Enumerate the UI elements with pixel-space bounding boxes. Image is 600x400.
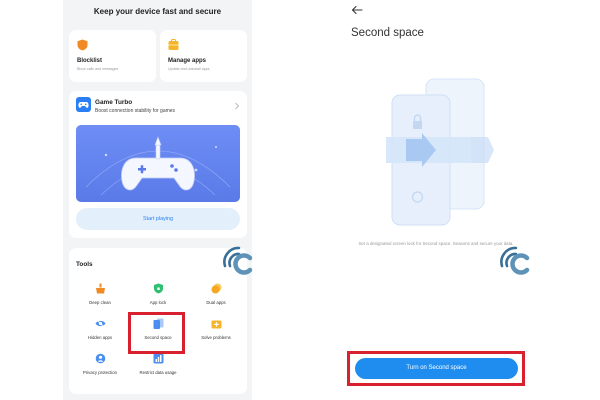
toolbox-icon xyxy=(211,320,221,329)
tool-label: Privacy protection xyxy=(82,370,118,375)
lock-shield-icon xyxy=(153,283,163,294)
start-playing-button[interactable]: Start playing xyxy=(76,208,240,230)
watermark-logo xyxy=(223,246,253,275)
second-space-illustration xyxy=(386,78,494,226)
tool-app-lock[interactable]: App lock xyxy=(130,283,186,311)
tool-label: Dual apps xyxy=(206,300,226,305)
chevron-right-icon[interactable] xyxy=(233,102,241,110)
eye-slash-icon xyxy=(95,319,105,328)
privacy-icon xyxy=(95,353,105,364)
page-heading: Keep your device fast and secure xyxy=(93,7,222,16)
game-turbo-logo xyxy=(76,97,91,112)
tool-label: Solve problems xyxy=(201,335,231,340)
manage-apps-subtitle: Update and uninstall apps xyxy=(168,67,210,71)
turn-on-button-highlight xyxy=(347,351,525,386)
tool-privacy-protection[interactable]: Privacy protection xyxy=(72,353,128,381)
tool-restrict-data-usage[interactable]: Restrict data usage xyxy=(130,353,186,381)
briefcase-icon xyxy=(168,39,179,50)
shield-icon xyxy=(77,39,88,51)
second-space-screen: Second space Set a designated screen loc… xyxy=(336,0,536,400)
game-turbo-banner xyxy=(76,125,240,202)
blocklist-title: Blocklist xyxy=(77,58,103,64)
game-turbo-title: Game Turbo xyxy=(95,99,133,106)
tool-label: Restrict data usage xyxy=(139,370,177,375)
controller-illustration xyxy=(85,136,231,196)
game-turbo-card: Game Turbo Boost connection stability fo… xyxy=(69,91,247,238)
blocklist-card[interactable]: Blocklist Block calls and messages xyxy=(69,30,156,82)
page-title: Second space xyxy=(351,27,424,39)
blocklist-subtitle: Block calls and messages xyxy=(77,67,119,71)
dual-circle-icon xyxy=(211,283,221,294)
tool-label: App lock xyxy=(149,300,167,305)
tool-hidden-apps[interactable]: Hidden apps xyxy=(72,318,128,346)
tool-solve-problems[interactable]: Solve problems xyxy=(188,318,244,346)
data-bars-icon xyxy=(153,353,163,364)
watermark-logo xyxy=(500,246,530,275)
screenshot-stage: Keep your device fast and secure Blockli… xyxy=(0,0,600,400)
tools-title: Tools xyxy=(76,261,93,268)
second-space-highlight xyxy=(128,312,185,354)
tool-deep-clean[interactable]: Deep clean xyxy=(72,283,128,311)
manage-apps-card[interactable]: Manage apps Update and uninstall apps xyxy=(160,30,247,82)
game-turbo-subtitle: Boost connection stability for games xyxy=(95,108,176,114)
tool-label: Deep clean xyxy=(89,300,111,305)
tool-label: Hidden apps xyxy=(87,335,113,340)
gamepad-icon xyxy=(78,101,89,108)
second-space-description: Set a designated screen lock for Second … xyxy=(358,241,514,246)
back-arrow-icon[interactable] xyxy=(351,5,363,15)
broom-icon xyxy=(95,283,105,294)
tool-dual-apps[interactable]: Dual apps xyxy=(188,283,244,311)
manage-apps-title: Manage apps xyxy=(168,58,207,64)
